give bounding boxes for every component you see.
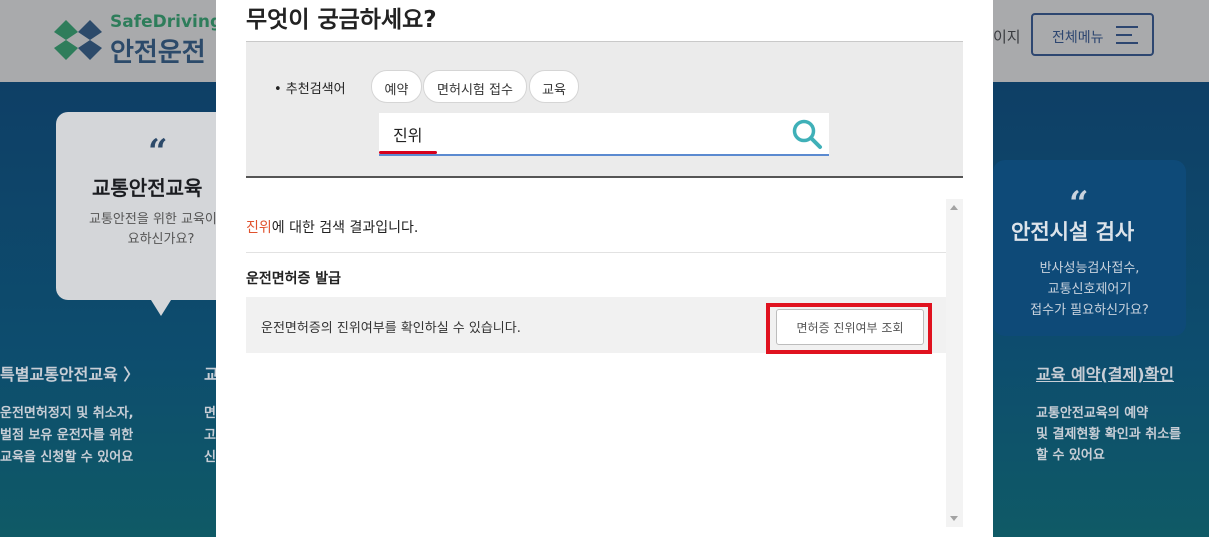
logo-korean: 안전운전	[110, 38, 206, 68]
card-description: 교통안전을 위한 교육이 필요하신가요?	[89, 212, 233, 247]
result-summary: 진위에 대한 검색 결과입니다.	[246, 217, 418, 237]
search-results: 진위에 대한 검색 결과입니다. 운전면허증 발급 운전면허증의 진위여부를 확…	[246, 199, 946, 527]
education-reservation-link[interactable]: 교육 예약(결제)확인	[1036, 361, 1174, 385]
special-education-link[interactable]: 특별교통안전교육 〉	[0, 361, 139, 385]
chip-education[interactable]: 교육	[529, 70, 579, 103]
quote-mark-icon: “	[148, 132, 168, 172]
results-scrollbar[interactable]	[946, 199, 963, 527]
card-tail	[151, 300, 171, 316]
full-menu-button[interactable]: 전체메뉴	[1031, 13, 1154, 56]
chip-reservation[interactable]: 예약	[371, 70, 422, 103]
result-suffix: 에 대한 검색 결과입니다.	[271, 220, 419, 236]
logo-english: SafeDriving	[110, 12, 223, 32]
search-area: • 추천검색어 예약 면허시험 접수 교육	[246, 41, 963, 178]
header-link[interactable]: 이지	[993, 26, 1021, 47]
section-title: 운전면허증 발급	[246, 271, 342, 287]
chip-license-exam[interactable]: 면허시험 접수	[423, 70, 527, 103]
recommend-label: • 추천검색어	[274, 82, 346, 97]
hamburger-icon	[1116, 26, 1138, 44]
divider	[246, 252, 946, 253]
input-highlight-underline	[379, 151, 437, 154]
modal-title: 무엇이 궁금하세요?	[246, 7, 437, 33]
card-description: 반사성능검사접수, 교통신호제어기 접수가 필요하신가요?	[1030, 261, 1149, 318]
scroll-up-arrow-icon[interactable]	[950, 205, 958, 210]
card-title: 교통안전교육	[92, 176, 203, 200]
clover-logo-icon	[54, 20, 102, 60]
result-row: 운전면허증의 진위여부를 확인하실 수 있습니다. 면허증 진위여부 조회	[246, 297, 946, 354]
search-icon[interactable]	[791, 118, 823, 150]
scroll-down-arrow-icon[interactable]	[950, 516, 958, 521]
result-text: 운전면허증의 진위여부를 확인하실 수 있습니다.	[261, 321, 521, 336]
full-menu-label: 전체메뉴	[1052, 30, 1104, 46]
search-input[interactable]	[379, 113, 779, 154]
card-title: 안전시설 검사	[1011, 220, 1135, 244]
partial-desc: 면 고 신	[204, 406, 216, 465]
license-verify-button[interactable]: 면허증 진위여부 조회	[776, 309, 924, 345]
site-logo[interactable]: SafeDriving 안전운전	[52, 12, 222, 68]
special-education-desc: 운전면허정지 및 취소자, 벌점 보유 운전자를 위한 교육을 신청할 수 있어…	[0, 406, 134, 465]
search-box	[379, 113, 829, 156]
search-modal: 무엇이 궁금하세요? • 추천검색어 예약 면허시험 접수 교육 진위에 대한 …	[216, 0, 993, 537]
result-keyword: 진위	[246, 220, 272, 236]
safety-facility-card[interactable]: “ 안전시설 검사 반사성능검사접수, 교통신호제어기 접수가 필요하신가요?	[993, 160, 1186, 336]
education-reservation-desc: 교통안전교육의 예약 및 결제현황 확인과 취소를 할 수 있어요	[1036, 406, 1182, 463]
